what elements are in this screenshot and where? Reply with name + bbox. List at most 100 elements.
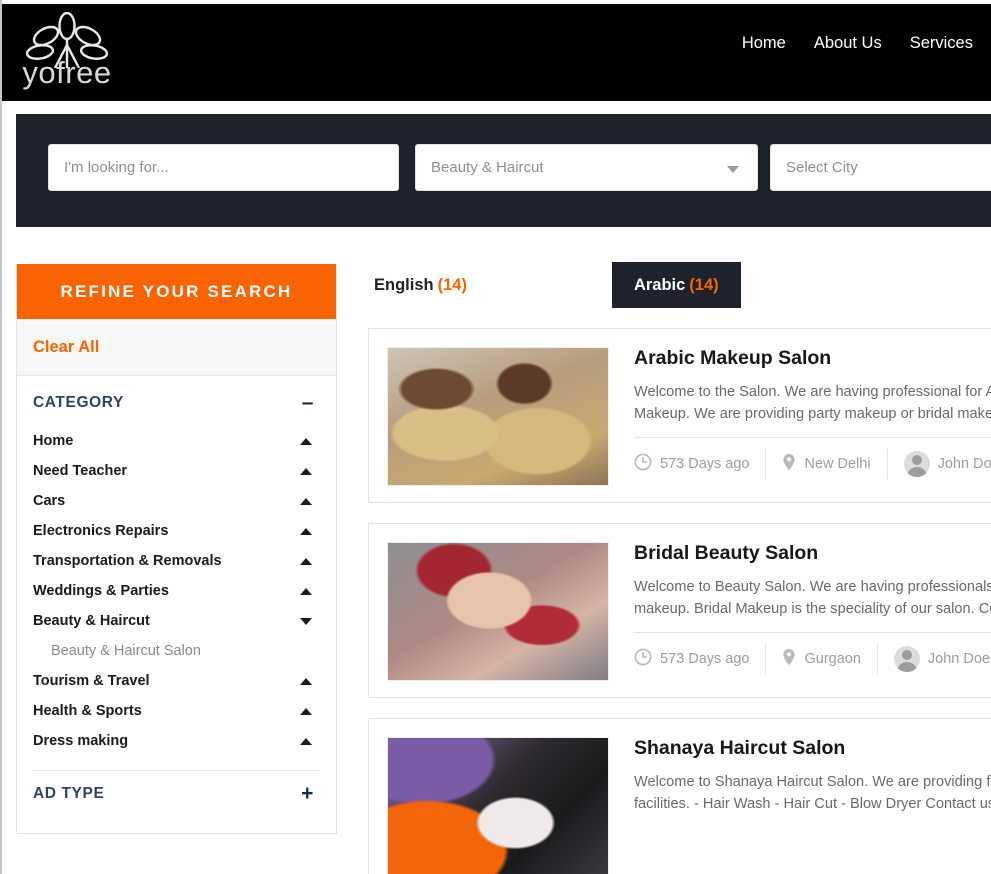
tab-english[interactable]: English (14): [368, 262, 489, 308]
listing-description: Welcome to Beauty Salon. We are having p…: [634, 579, 991, 617]
category-filter-header[interactable]: CATEGORY –: [33, 392, 320, 416]
category-item-cars[interactable]: Cars: [33, 486, 320, 516]
category-item-transportation-removals[interactable]: Transportation & Removals: [33, 546, 320, 576]
location-pin-icon: [782, 453, 796, 475]
listing-location-label: New Delhi: [804, 456, 871, 472]
user-avatar-icon: [903, 451, 930, 477]
listing-body: Arabic Makeup Salon Welcome to the Salon…: [609, 347, 991, 484]
category-label: Transportation & Removals: [33, 553, 222, 569]
category-label: Need Teacher: [33, 463, 128, 479]
listing-description: Welcome to Shanaya Haircut Salon. We are…: [634, 774, 991, 812]
user-avatar-icon: [893, 646, 920, 672]
chevron-down-icon: [727, 166, 739, 173]
caret-down-icon[interactable]: [300, 617, 312, 625]
listing-location: Gurgaon: [766, 644, 878, 674]
listing-body: Bridal Beauty Salon Welcome to Beauty Sa…: [609, 542, 991, 679]
tab-arabic-label: Arabic: [633, 275, 686, 294]
page-root: yofree Home About Us Services I'm lookin…: [0, 0, 991, 874]
category-label: Cars: [33, 493, 66, 509]
clock-icon: [634, 453, 652, 475]
caret-up-icon[interactable]: [300, 497, 312, 505]
minus-icon[interactable]: –: [302, 392, 320, 413]
refine-search-panel: REFINE YOUR SEARCH Clear All CATEGORY – …: [16, 264, 337, 834]
primary-nav: Home About Us Services: [742, 34, 973, 53]
caret-up-icon[interactable]: [300, 467, 312, 475]
category-select-value: Beauty & Haircut: [431, 159, 544, 176]
tab-gap: [489, 262, 612, 308]
clear-all-button[interactable]: Clear All: [17, 319, 336, 376]
category-item-beauty-haircut[interactable]: Beauty & Haircut: [33, 606, 320, 636]
caret-up-icon[interactable]: [300, 707, 312, 715]
category-label: Tourism & Travel: [33, 673, 150, 689]
clear-all-label: Clear All: [33, 337, 100, 356]
category-label: Dress making: [33, 733, 129, 749]
nav-home[interactable]: Home: [742, 34, 786, 53]
category-select[interactable]: Beauty & Haircut: [415, 144, 758, 191]
listing-meta: 573 Days ago Gurgaon John Doe: [634, 632, 991, 674]
caret-up-icon[interactable]: [300, 587, 312, 595]
listing-description: Welcome to the Salon. We are having prof…: [634, 384, 991, 422]
plus-icon[interactable]: +: [301, 783, 320, 804]
listing-title[interactable]: Shanaya Haircut Salon: [634, 737, 991, 760]
panel-title: REFINE YOUR SEARCH: [17, 264, 336, 319]
listing-location: New Delhi: [766, 449, 888, 479]
location-pin-icon: [782, 648, 796, 670]
brand-name: yofree: [22, 55, 112, 90]
listing-title[interactable]: Arabic Makeup Salon: [634, 347, 991, 370]
tab-arabic[interactable]: Arabic (14): [611, 262, 741, 308]
listing-time: 573 Days ago: [634, 449, 767, 479]
site-header: yofree Home About Us Services: [2, 4, 991, 101]
caret-up-icon[interactable]: [300, 527, 312, 535]
category-filter-title: CATEGORY: [33, 394, 124, 411]
listing-body: Shanaya Haircut Salon Welcome to Shanaya…: [609, 737, 991, 874]
category-item-health-sports[interactable]: Health & Sports: [33, 696, 320, 726]
nav-about-us[interactable]: About Us: [814, 34, 882, 53]
listing-time-label: 573 Days ago: [660, 651, 750, 667]
results-area: English (14) Arabic (14) Arabic Makeup S…: [368, 262, 991, 874]
listing-title[interactable]: Bridal Beauty Salon: [634, 542, 991, 565]
category-filter-section: CATEGORY – Home Need Teacher Cars Electr…: [17, 376, 336, 771]
listing-location-label: Gurgaon: [804, 651, 861, 667]
subcategory-label: Beauty & Haircut Salon: [51, 643, 201, 659]
caret-up-icon[interactable]: [300, 557, 312, 565]
clock-icon: [634, 648, 652, 670]
caret-up-icon[interactable]: [300, 737, 312, 745]
category-item-tourism-travel[interactable]: Tourism & Travel: [33, 666, 320, 696]
tab-arabic-count: (14): [689, 275, 719, 294]
listing-card[interactable]: Arabic Makeup Salon Welcome to the Salon…: [368, 328, 991, 503]
category-item-home[interactable]: Home: [33, 426, 320, 456]
listing-card[interactable]: Shanaya Haircut Salon Welcome to Shanaya…: [368, 718, 991, 874]
search-bar: I'm looking for... Beauty & Haircut Sele…: [16, 114, 991, 227]
category-item-dress-making[interactable]: Dress making: [33, 726, 320, 756]
subcategory-item-beauty-haircut-salon[interactable]: Beauty & Haircut Salon: [33, 636, 320, 666]
listing-meta: 573 Days ago New Delhi John Doe: [634, 437, 991, 479]
listing-thumbnail[interactable]: [387, 542, 609, 681]
category-label: Weddings & Parties: [33, 583, 169, 599]
adtype-filter-section: AD TYPE +: [17, 771, 336, 833]
category-item-need-teacher[interactable]: Need Teacher: [33, 456, 320, 486]
search-input[interactable]: I'm looking for...: [48, 144, 399, 191]
listing-card[interactable]: Bridal Beauty Salon Welcome to Beauty Sa…: [368, 523, 991, 698]
category-label: Home: [33, 433, 74, 449]
adtype-filter-title: AD TYPE: [33, 785, 105, 802]
category-label: Electronics Repairs: [33, 523, 169, 539]
category-label: Health & Sports: [33, 703, 142, 719]
caret-up-icon[interactable]: [300, 437, 312, 445]
caret-up-icon[interactable]: [300, 677, 312, 685]
category-item-weddings-parties[interactable]: Weddings & Parties: [33, 576, 320, 606]
listing-time: 573 Days ago: [634, 644, 767, 674]
adtype-filter-header[interactable]: AD TYPE +: [33, 783, 320, 807]
search-input-placeholder: I'm looking for...: [64, 159, 169, 176]
listing-author-label: John Doe: [937, 456, 991, 472]
listing-author: John Doe: [888, 449, 991, 479]
tab-english-label: English: [374, 275, 434, 294]
category-label: Beauty & Haircut: [33, 613, 150, 629]
category-list: Home Need Teacher Cars Electronics Repai…: [33, 426, 320, 756]
city-select-placeholder: Select City: [786, 159, 858, 176]
listing-thumbnail[interactable]: [387, 737, 609, 874]
nav-services[interactable]: Services: [910, 34, 973, 53]
category-item-electronics-repairs[interactable]: Electronics Repairs: [33, 516, 320, 546]
listing-author-label: John Doe: [927, 651, 990, 667]
listing-thumbnail[interactable]: [387, 347, 609, 486]
city-select[interactable]: Select City: [770, 144, 991, 191]
